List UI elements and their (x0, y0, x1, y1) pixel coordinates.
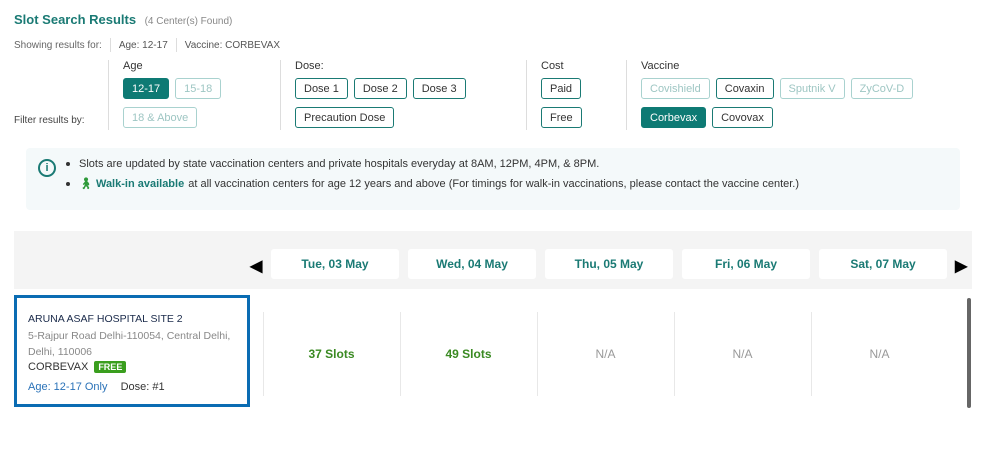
divider (175, 38, 177, 52)
center-age: Age: 12-17 Only (28, 381, 108, 393)
dose-filter-1[interactable]: Dose 1 (295, 78, 348, 99)
slot-cell-tue[interactable]: 37 Slots (263, 312, 399, 396)
free-badge: FREE (94, 361, 127, 373)
info-item: Slots are updated by state vaccination c… (66, 158, 799, 170)
vaccine-filter-covaxin[interactable]: Covaxin (715, 78, 774, 99)
divider (109, 38, 111, 52)
filter-label: Filter results by: (14, 115, 85, 126)
center-dose: Dose: #1 (120, 381, 165, 393)
filter-title-dose: Dose: (295, 60, 324, 72)
bullet (66, 162, 70, 166)
vaccine-filter-covishield[interactable]: Covishield (641, 78, 710, 99)
showing-results: Showing results for: Age: 12-17 Vaccine:… (14, 38, 280, 52)
filter-group-age: Age 12-17 15-18 18 & Above (108, 60, 222, 130)
slot-cell-thu: N/A (537, 312, 673, 396)
center-vaccine: CORBEVAX FREE (28, 361, 247, 373)
center-name: ARUNA ASAF HOSPITAL SITE 2 (28, 313, 183, 325)
vaccine-filter-corbevax[interactable]: Corbevax (641, 107, 707, 128)
cost-filter-free[interactable]: Free (541, 107, 582, 128)
page-title: Slot Search Results (14, 12, 137, 27)
walkin-label: Walk-in available (95, 177, 185, 190)
info-list: Slots are updated by state vaccination c… (66, 158, 799, 197)
bullet (66, 181, 70, 186)
filter-group-cost: Cost Paid Free (526, 60, 582, 130)
dose-filter-3[interactable]: Dose 3 (412, 78, 466, 99)
center-address: 5-Rajpur Road Delhi-110054, Central Delh… (28, 330, 231, 358)
vaccine-name: CORBEVAX (28, 361, 89, 373)
slot-cell-sat: N/A (811, 312, 947, 396)
date-header-wed: Wed, 04 May (408, 249, 536, 279)
age-filter-12-17[interactable]: 12-17 (123, 78, 170, 99)
date-header-fri: Fri, 06 May (682, 249, 810, 279)
prev-arrow-icon[interactable]: ◀ (250, 256, 262, 276)
vertical-scrollbar[interactable] (967, 298, 971, 408)
filter-group-vaccine: Vaccine Covishield Covaxin Sputnik V ZyC… (626, 60, 914, 130)
info-item: 🚶︎ Walk-in available at all vaccination … (66, 177, 799, 190)
info-icon: i (38, 159, 56, 177)
showing-label: Showing results for: (14, 39, 102, 51)
vaccine-filter-zycov[interactable]: ZyCoV-D (850, 78, 914, 99)
center-count: (4 Center(s) Found) (144, 16, 233, 27)
center-card[interactable]: ARUNA ASAF HOSPITAL SITE 2 5-Rajpur Road… (14, 295, 250, 407)
center-meta: Age: 12-17 Only Dose: #1 (28, 381, 247, 393)
filter-title-vaccine: Vaccine (641, 60, 680, 72)
showing-vaccine: Vaccine: CORBEVAX (184, 39, 280, 51)
slot-cell-fri: N/A (674, 312, 810, 396)
vaccine-filter-sputnik[interactable]: Sputnik V (779, 78, 845, 99)
filter-group-dose: Dose: Dose 1 Dose 2 Dose 3 Precaution Do… (280, 60, 466, 130)
showing-age: Age: 12-17 (118, 39, 168, 51)
info-box: i Slots are updated by state vaccination… (26, 148, 960, 210)
dose-filter-2[interactable]: Dose 2 (353, 78, 407, 99)
info-text-updates: Slots are updated by state vaccination c… (79, 158, 600, 170)
dose-filter-precaution[interactable]: Precaution Dose (295, 107, 395, 128)
filter-title-age: Age (123, 60, 143, 72)
next-arrow-icon[interactable]: ▶ (955, 256, 967, 276)
date-header-tue: Tue, 03 May (271, 249, 399, 279)
results-header: Slot Search Results (4 Center(s) Found) (14, 11, 232, 29)
cost-filter-paid[interactable]: Paid (541, 78, 582, 99)
date-header-thu: Thu, 05 May (545, 249, 673, 279)
vaccine-filter-covovax[interactable]: Covovax (712, 107, 773, 128)
info-text-walkin: at all vaccination centers for age 12 ye… (188, 177, 800, 190)
slot-cell-wed[interactable]: 49 Slots (400, 312, 536, 396)
date-header-sat: Sat, 07 May (819, 249, 947, 279)
filter-title-cost: Cost (541, 60, 564, 72)
age-filter-18-above[interactable]: 18 & Above (123, 107, 198, 128)
age-filter-15-18[interactable]: 15-18 (175, 78, 222, 99)
walking-person-icon: 🚶︎ (79, 178, 93, 190)
